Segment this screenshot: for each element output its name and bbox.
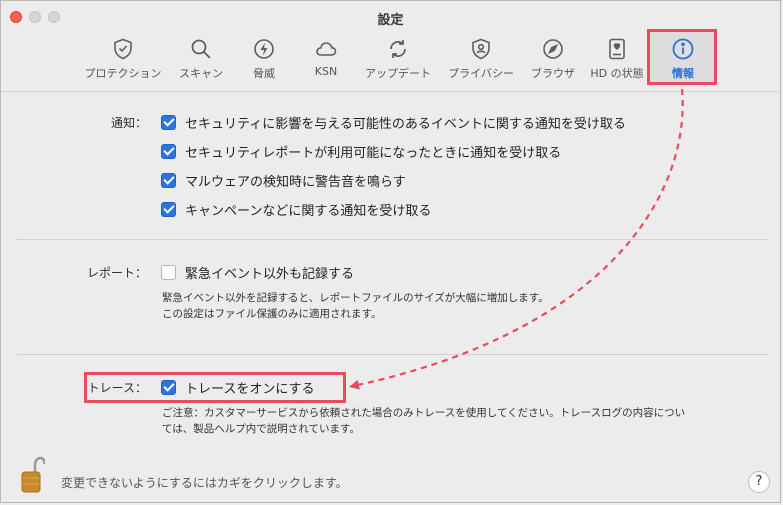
padlock-open-icon[interactable] (21, 456, 45, 494)
lock-hint-text: 変更できないようにするにはカギをクリックします。 (61, 476, 348, 490)
settings-window: 設定 プロテクション スキャン 脅威 KSN アップデート プライバシー ブラウ… (0, 0, 781, 503)
help-button[interactable]: ? (748, 471, 770, 493)
annotation-arrow (349, 88, 684, 390)
